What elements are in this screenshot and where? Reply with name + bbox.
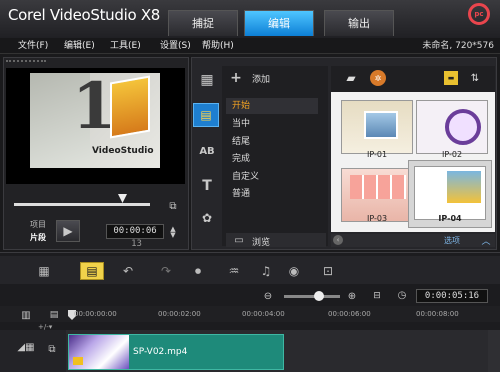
enlarge-icon[interactable]: ⧉: [166, 199, 180, 213]
menu-tools[interactable]: 工具(E): [110, 38, 141, 54]
tab-share[interactable]: 输出: [324, 10, 394, 36]
category-custom[interactable]: 自定义: [226, 169, 316, 185]
clip-name: SP-V02.mp4: [133, 347, 188, 357]
watermark-logo: pc: [460, 3, 498, 35]
play-button[interactable]: ▶: [56, 220, 80, 242]
zoom-handle[interactable]: [314, 291, 324, 301]
tab-capture[interactable]: 捕捉: [168, 10, 238, 36]
timecode-main: 00:00:06: [113, 226, 157, 236]
panel-grip: [6, 60, 46, 64]
clock-icon[interactable]: ◷: [396, 289, 408, 301]
ruler-tick: 00:00:02:00: [158, 310, 201, 318]
category-normal[interactable]: 普通: [226, 186, 316, 202]
record-icon[interactable]: ⏺: [186, 262, 210, 280]
browse-icon[interactable]: ▭: [232, 234, 246, 246]
timecode-display[interactable]: 00:00:06 13: [106, 224, 164, 249]
project-info: 未命名, 720*576: [422, 41, 494, 51]
video-clip[interactable]: SP-V02.mp4: [68, 334, 284, 370]
browse-label[interactable]: 浏览: [252, 235, 270, 248]
title-category-icon[interactable]: ▤: [193, 103, 219, 127]
category-start[interactable]: 开始: [226, 98, 318, 114]
app-title: Corel VideoStudio X8: [8, 6, 161, 24]
category-complete[interactable]: 完成: [226, 151, 316, 167]
preview-image: 1 VideoStudio: [30, 73, 160, 168]
preview-photo: [110, 75, 150, 139]
tab-edit[interactable]: 编辑: [244, 10, 314, 36]
list-view-icon[interactable]: ▬: [444, 71, 458, 85]
track-manager-icon[interactable]: ▥: [16, 309, 36, 321]
redo-icon[interactable]: ↷: [154, 262, 178, 280]
thumbnail-ip04[interactable]: [414, 166, 486, 220]
menu-settings[interactable]: 设置(S): [160, 38, 191, 54]
mode-project[interactable]: 项目: [30, 219, 46, 230]
motion-tracking-icon[interactable]: ◉: [282, 262, 306, 280]
video-track-icon[interactable]: ◢▦: [16, 340, 36, 354]
audio-mixer-icon[interactable]: ♒: [222, 262, 246, 280]
project-duration[interactable]: 0:00:05:16: [416, 289, 488, 303]
chapter-icon[interactable]: ▤: [46, 309, 62, 321]
options-label[interactable]: 选项: [444, 235, 460, 246]
audio-indicator-icon: [73, 357, 83, 365]
library-footer: [331, 234, 495, 247]
media-icon[interactable]: ▦: [196, 70, 218, 90]
category-end[interactable]: 结尾: [226, 134, 316, 150]
ruler-tick: 00:00:00:00: [74, 310, 117, 318]
menu-file[interactable]: 文件(F): [18, 38, 48, 54]
folder-icon[interactable]: ▰: [344, 71, 358, 85]
menu-edit[interactable]: 编辑(E): [64, 38, 95, 54]
undo-icon[interactable]: ↶: [116, 262, 140, 280]
zoom-slider[interactable]: [284, 295, 340, 298]
menu-help[interactable]: 帮助(H): [202, 38, 234, 54]
zoom-in-icon[interactable]: ⊕: [346, 290, 358, 302]
storyboard-view-icon[interactable]: ▦: [32, 262, 56, 280]
collapse-left-icon[interactable]: ‹: [333, 235, 343, 245]
gear-icon[interactable]: ✲: [370, 70, 386, 86]
auto-music-icon[interactable]: ♫: [254, 262, 278, 280]
subtitle-editor-icon[interactable]: ⊡: [316, 262, 340, 280]
mode-clip[interactable]: 片段: [30, 232, 46, 243]
ripple-icon[interactable]: ⧉: [44, 342, 60, 356]
graphics-icon[interactable]: ✿: [196, 208, 218, 228]
thumbnail-label: IP-02: [441, 150, 463, 159]
add-label[interactable]: 添加: [252, 72, 270, 85]
chevron-up-icon[interactable]: ︿: [480, 234, 492, 247]
timeline-view-icon[interactable]: ▤: [80, 262, 104, 280]
thumbnail-ip02[interactable]: [416, 100, 488, 154]
timecode-stepper[interactable]: ▲ ▼: [168, 225, 178, 239]
preview-text: VideoStudio: [92, 146, 154, 156]
sort-icon[interactable]: ⇅: [468, 71, 482, 85]
thumbnail-label: IP-01: [366, 150, 388, 159]
vertical-scrollbar[interactable]: [488, 330, 500, 372]
fit-icon[interactable]: ⊟: [370, 290, 384, 302]
ruler-tick: 00:00:06:00: [328, 310, 371, 318]
thumbnail-ip01[interactable]: [341, 100, 413, 154]
scrubber-track[interactable]: [14, 203, 150, 206]
thumbnail-label: IP-03: [366, 214, 388, 223]
category-middle[interactable]: 当中: [226, 116, 316, 132]
ruler-tick: 00:00:04:00: [242, 310, 285, 318]
zoom-out-icon[interactable]: ⊖: [262, 290, 274, 302]
thumbnail-label: IP-04: [438, 214, 462, 223]
text-icon[interactable]: T: [196, 176, 218, 196]
add-icon[interactable]: +: [230, 70, 242, 86]
filter-icon[interactable]: AB: [196, 142, 218, 160]
timecode-frames: 13: [131, 239, 142, 249]
timeline-toolbar: [0, 256, 500, 284]
ruler-tick: 00:00:08:00: [416, 310, 459, 318]
